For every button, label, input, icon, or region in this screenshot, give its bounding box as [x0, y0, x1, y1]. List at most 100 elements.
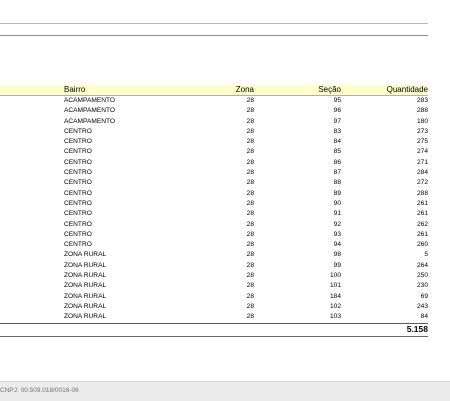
- cell-secao: 91: [333, 210, 341, 218]
- cell-quantidade: 5: [424, 251, 428, 259]
- table-row: CENTRO 28 89 288: [0, 189, 428, 199]
- cell-bairro: ACAMPAMENTO: [64, 117, 116, 125]
- cell-bairro: CENTRO: [64, 241, 92, 249]
- column-header-bairro: Bairro: [64, 85, 86, 94]
- table-row: CENTRO 28 84 275: [0, 137, 428, 147]
- table-row: ZONA RURAL 28 184 69: [0, 292, 428, 302]
- cell-quantidade: 275: [416, 138, 428, 146]
- cell-zona: 28: [246, 220, 254, 228]
- cell-zona: 28: [246, 117, 254, 125]
- cell-bairro: ACAMPAMENTO: [64, 97, 116, 104]
- top-divider: [0, 23, 428, 24]
- cell-bairro: ZONA RURAL: [64, 251, 107, 259]
- cell-zona: 28: [246, 189, 254, 197]
- table-row: ZONA RURAL 28 101 230: [0, 281, 428, 291]
- table-row: CENTRO 28 94 260: [0, 240, 428, 250]
- cell-secao: 86: [333, 158, 341, 166]
- cell-zona: 28: [246, 107, 254, 115]
- cell-secao: 84: [333, 138, 341, 146]
- cell-quantidade: 243: [416, 302, 428, 310]
- table-row: CENTRO 28 83 273: [0, 127, 428, 137]
- cell-secao: 102: [329, 302, 341, 310]
- cell-secao: 98: [333, 251, 341, 259]
- cell-zona: 28: [246, 158, 254, 166]
- cell-bairro: CENTRO: [64, 138, 92, 146]
- cell-quantidade: 283: [416, 97, 428, 104]
- cell-bairro: CENTRO: [64, 210, 92, 218]
- cell-quantidade: 69: [420, 292, 428, 300]
- table-row: CENTRO 28 85 274: [0, 147, 428, 157]
- cell-zona: 28: [246, 272, 254, 280]
- table-row: CENTRO 28 90 261: [0, 199, 428, 209]
- table-row: ACAMPAMENTO 28 96 288: [0, 106, 428, 116]
- cell-secao: 93: [333, 230, 341, 238]
- cell-quantidade: 261: [416, 230, 428, 238]
- cell-zona: 28: [246, 302, 254, 310]
- table-row: ACAMPAMENTO 28 97 180: [0, 117, 428, 127]
- cell-bairro: CENTRO: [64, 179, 92, 187]
- cell-secao: 95: [333, 97, 341, 104]
- cell-bairro: CENTRO: [64, 169, 92, 177]
- cell-bairro: ZONA RURAL: [64, 272, 107, 280]
- cell-quantidade: 262: [416, 220, 428, 228]
- table-row: ZONA RURAL 28 98 5: [0, 250, 428, 260]
- column-header-zona: Zona: [235, 85, 254, 94]
- cell-quantidade: 230: [416, 282, 428, 290]
- table-row: CENTRO 28 87 284: [0, 168, 428, 178]
- cell-secao: 97: [333, 117, 341, 125]
- cell-bairro: CENTRO: [64, 158, 92, 166]
- cell-bairro: CENTRO: [64, 127, 92, 135]
- cell-quantidade: 260: [416, 241, 428, 249]
- total-divider: [0, 336, 428, 337]
- cell-zona: 28: [246, 251, 254, 259]
- cell-quantidade: 261: [416, 199, 428, 207]
- cell-secao: 184: [329, 292, 341, 300]
- cell-secao: 99: [333, 261, 341, 269]
- cell-zona: 28: [246, 169, 254, 177]
- column-header-quantidade: Quantidade: [386, 85, 428, 94]
- table-row: ZONA RURAL 28 100 250: [0, 271, 428, 281]
- table-row: CENTRO 28 93 261: [0, 230, 428, 240]
- cell-quantidade: 271: [416, 158, 428, 166]
- cell-secao: 89: [333, 189, 341, 197]
- cell-zona: 28: [246, 179, 254, 187]
- cell-secao: 88: [333, 179, 341, 187]
- cell-secao: 92: [333, 220, 341, 228]
- cell-quantidade: 288: [416, 107, 428, 115]
- cell-bairro: ZONA RURAL: [64, 282, 107, 290]
- cell-quantidade: 288: [416, 189, 428, 197]
- cell-secao: 100: [329, 272, 341, 280]
- header-divider: [0, 35, 428, 36]
- cell-secao: 101: [329, 282, 341, 290]
- table-row: ZONA RURAL 28 103 84: [0, 312, 428, 324]
- cell-quantidade: 84: [420, 313, 428, 321]
- cell-secao: 90: [333, 199, 341, 207]
- cell-zona: 28: [246, 230, 254, 238]
- cell-secao: 103: [329, 313, 341, 321]
- cell-quantidade: 264: [416, 261, 428, 269]
- cnpj-text: CNPJ: 00.509.018/0016-06: [0, 387, 79, 394]
- cell-secao: 85: [333, 148, 341, 156]
- table-row: CENTRO 28 91 261: [0, 209, 428, 219]
- cell-zona: 28: [246, 210, 254, 218]
- table-row: ZONA RURAL 28 102 243: [0, 302, 428, 312]
- cell-zona: 28: [246, 261, 254, 269]
- cell-zona: 28: [246, 148, 254, 156]
- cell-quantidade: 284: [416, 169, 428, 177]
- table-row: CENTRO 28 86 271: [0, 158, 428, 168]
- cell-secao: 94: [333, 241, 341, 249]
- cell-bairro: ZONA RURAL: [64, 313, 107, 321]
- cell-bairro: ZONA RURAL: [64, 292, 107, 300]
- cell-zona: 28: [246, 138, 254, 146]
- cell-bairro: CENTRO: [64, 220, 92, 228]
- table-row: CENTRO 28 92 262: [0, 220, 428, 230]
- cell-bairro: ZONA RURAL: [64, 261, 107, 269]
- cell-zona: 28: [246, 127, 254, 135]
- cell-quantidade: 274: [416, 148, 428, 156]
- table-header: Bairro Zona Seção Quantidade: [0, 85, 428, 96]
- cell-bairro: CENTRO: [64, 148, 92, 156]
- voters-table: Bairro Zona Seção Quantidade ACAMPAMENTO…: [0, 85, 428, 324]
- cell-zona: 28: [246, 97, 254, 104]
- cell-zona: 28: [246, 282, 254, 290]
- cell-quantidade: 261: [416, 210, 428, 218]
